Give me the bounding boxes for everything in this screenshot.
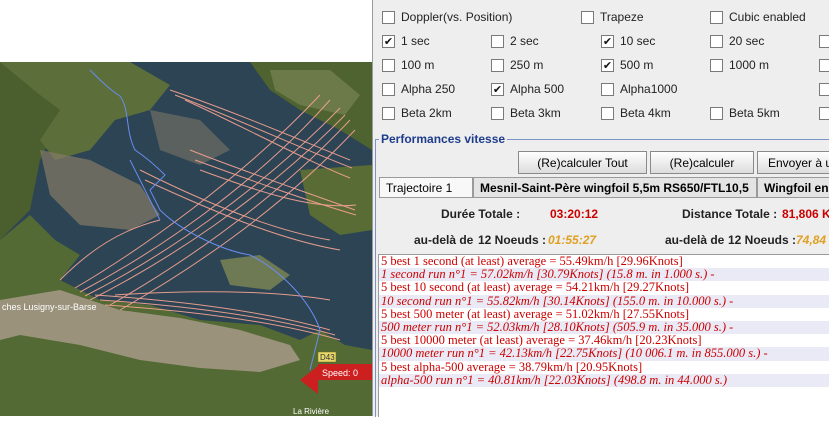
option-100m[interactable]: 100 m (382, 56, 434, 74)
beyond-time-value: 01:55:27 (548, 233, 597, 247)
option-1000m[interactable]: 1000 m (710, 56, 769, 74)
option-trapeze[interactable]: Trapeze (581, 8, 644, 26)
option-beta2km[interactable]: Beta 2km (382, 104, 452, 122)
checkbox-doppler[interactable] (382, 10, 395, 24)
satellite-map[interactable]: ches Lusigny-sur-Barse D43 Speed: 0 La R… (0, 0, 372, 416)
beyond-knots-distance: 12 Noeuds : (728, 233, 797, 247)
checkbox-beta2km[interactable] (382, 106, 395, 120)
map-canvas[interactable]: ches Lusigny-sur-Barse D43 Speed: 0 La R… (0, 0, 372, 416)
checkbox-alpha1000[interactable] (601, 82, 614, 96)
option-label: 20 sec (729, 34, 765, 48)
duration-label: Durée Totale : (441, 207, 521, 221)
checkbox-500m[interactable]: ✔ (601, 58, 614, 72)
beyond-label-time: au-delà de (414, 233, 474, 247)
section-title: Performances vitesse (379, 132, 508, 146)
option-overflow-a[interactable] (819, 32, 829, 50)
option-beta5km[interactable]: Beta 5km (710, 104, 780, 122)
result-line: 10 second run n°1 = 55.82km/h [30.14Knot… (379, 294, 829, 308)
checkbox-1sec[interactable]: ✔ (382, 34, 395, 48)
distance-value: 81,806 K (782, 207, 829, 221)
checkbox-20sec[interactable] (710, 34, 723, 48)
option-beta3km[interactable]: Beta 3km (491, 104, 561, 122)
checkbox-beta3km[interactable] (491, 106, 504, 120)
option-label: 500 m (620, 58, 654, 72)
option-label: 100 m (401, 58, 435, 72)
option-alpha1000[interactable]: Alpha1000 (601, 80, 677, 98)
option-1sec[interactable]: ✔ 1 sec (382, 32, 430, 50)
result-line: alpha-500 run n°1 = 40.81km/h [22.03Knot… (379, 373, 829, 388)
option-alpha500[interactable]: ✔ Alpha 500 (491, 80, 564, 98)
option-2sec[interactable]: 2 sec (491, 32, 539, 50)
road-label: D43 (320, 353, 335, 362)
option-label: Alpha 250 (401, 82, 456, 96)
tab-trajectoire-1[interactable]: Trajectoire 1 (379, 177, 473, 197)
option-500m[interactable]: ✔ 500 m (601, 56, 653, 74)
option-beta4km[interactable]: Beta 4km (601, 104, 671, 122)
option-label: Alpha 500 (510, 82, 565, 96)
checkbox-10sec[interactable]: ✔ (601, 34, 614, 48)
option-label: Doppler(vs. Position) (401, 10, 513, 24)
checkbox-2sec[interactable] (491, 34, 504, 48)
place-label: ches Lusigny-sur-Barse (2, 302, 97, 312)
recalculate-button[interactable]: (Re)calculer (650, 151, 754, 174)
option-label: Cubic enabled (729, 10, 806, 24)
checkbox-alpha250[interactable] (382, 82, 395, 96)
checkbox-250m[interactable] (491, 58, 504, 72)
results-text-area[interactable]: 5 best 1 second (at least) average = 55.… (378, 254, 829, 417)
option-overflow-d[interactable] (819, 104, 829, 122)
tab-mesnil-saint-pere[interactable]: Mesnil-Saint-Père wingfoil 5,5m RS650/FT… (473, 177, 757, 197)
town-label: La Rivière (293, 407, 330, 416)
option-20sec[interactable]: 20 sec (710, 32, 764, 50)
option-label: Trapeze (600, 10, 644, 24)
checkbox-100m[interactable] (382, 58, 395, 72)
beyond-knots-time: 12 Noeuds : (478, 233, 547, 247)
duration-value: 03:20:12 (550, 207, 599, 221)
checkbox-overflow-c[interactable] (819, 82, 829, 96)
option-label: 1 sec (401, 34, 430, 48)
recalculate-all-button[interactable]: (Re)calculer Tout (518, 151, 647, 174)
option-label: 250 m (510, 58, 544, 72)
send-button[interactable]: Envoyer à u (757, 151, 829, 174)
result-line: 5 best 10 second (at least) average = 54… (381, 280, 690, 295)
option-alpha250[interactable]: Alpha 250 (382, 80, 455, 98)
option-label: Beta 5km (729, 106, 780, 120)
option-10sec[interactable]: ✔ 10 sec (601, 32, 655, 50)
checkbox-overflow-b[interactable] (819, 58, 829, 72)
result-line: 10000 meter run n°1 = 42.13km/h [22.75Kn… (379, 347, 829, 361)
distance-label: Distance Totale : (682, 207, 778, 221)
beyond-label-distance: au-delà de (665, 233, 725, 247)
checkbox-beta5km[interactable] (710, 106, 723, 120)
checkbox-overflow-d[interactable] (819, 106, 829, 120)
option-overflow-b[interactable] (819, 56, 829, 74)
checkbox-trapeze[interactable] (581, 10, 594, 24)
checkbox-1000m[interactable] (710, 58, 723, 72)
beyond-distance-value: 74,84 (796, 233, 827, 247)
option-label: 2 sec (510, 34, 539, 48)
option-label: Beta 4km (620, 106, 671, 120)
option-overflow-c[interactable] (819, 80, 829, 98)
checkbox-overflow-a[interactable] (819, 34, 829, 48)
option-250m[interactable]: 250 m (491, 56, 543, 74)
speed-label: Speed: 0 (322, 368, 358, 378)
tab-wingfoil[interactable]: Wingfoil en (757, 177, 829, 197)
checkbox-beta4km[interactable] (601, 106, 614, 120)
result-line: 5 best alpha-500 average = 38.79km/h [20… (381, 359, 643, 374)
checkbox-alpha500[interactable]: ✔ (491, 82, 504, 96)
checkbox-cubic[interactable] (710, 10, 723, 24)
option-label: Alpha1000 (620, 82, 678, 96)
option-doppler[interactable]: Doppler(vs. Position) (382, 8, 512, 26)
tab-content-border (379, 197, 829, 198)
option-label: Beta 3km (510, 106, 561, 120)
option-label: 1000 m (729, 58, 770, 72)
option-label: 10 sec (620, 34, 656, 48)
option-cubic[interactable]: Cubic enabled (710, 8, 806, 26)
option-label: Beta 2km (401, 106, 452, 120)
